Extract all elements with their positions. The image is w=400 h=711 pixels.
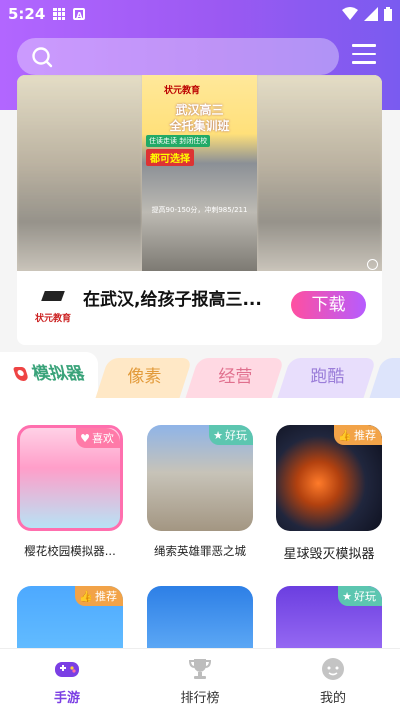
gamepad-icon <box>55 662 79 677</box>
ad-poster: 状元教育 武汉高三 全托集训班 住读走读 封闭住校 都可选择 提高90-150分… <box>142 75 257 271</box>
nav-mine[interactable]: 我的 <box>293 657 373 706</box>
app-badge: 👍 推荐 <box>334 425 382 445</box>
ad-image-blur-right <box>257 75 382 271</box>
search-icon <box>32 47 53 68</box>
nav-ranking-label: 排行榜 <box>180 691 220 706</box>
app-card[interactable]: 👍 推荐 <box>17 586 123 648</box>
app-name: 樱花校园模拟器... <box>24 544 116 558</box>
thumb-up-icon: 👍 <box>338 429 352 442</box>
app-badge: ★ 好玩 <box>209 425 253 445</box>
nav-home-label: 手游 <box>53 691 80 706</box>
app-card[interactable] <box>147 586 253 648</box>
graduation-cap-icon <box>41 291 65 301</box>
ad-poster-headline-2: 全托集训班 <box>169 119 230 133</box>
nav-ranking[interactable]: 排行榜 <box>160 657 240 706</box>
ad-logo-text: 状元教育 <box>34 314 71 324</box>
ad-card[interactable]: 状元教育 武汉高三 全托集训班 住读走读 封闭住校 都可选择 提高90-150分… <box>17 75 382 345</box>
tab-label: 像素 <box>127 367 162 387</box>
app-grid: ♥ 喜欢 樱花校园模拟器... ★ 好玩 绳索英雄罪恶之城 👍 推荐 星球毁灭模拟器 … <box>0 398 400 648</box>
bottom-nav: 手游 排行榜 我的 <box>0 648 400 711</box>
app-name: 星球毁灭模拟器 <box>283 547 375 562</box>
ad-info-icon[interactable] <box>367 259 378 270</box>
trophy-icon <box>188 659 212 679</box>
ad-poster-footer: 提高90-150分，冲刺985/211 <box>151 206 248 214</box>
app-card[interactable]: ★ 好玩 绳索英雄罪恶之城 <box>147 425 253 559</box>
ad-logo: 状元教育 <box>29 291 77 331</box>
star-icon: ★ <box>342 590 352 603</box>
app-card[interactable]: ★ 好玩 <box>276 586 382 648</box>
heart-icon: ♥ <box>80 432 90 445</box>
nav-mine-label: 我的 <box>319 691 346 706</box>
app-badge: ★ 好玩 <box>338 586 382 606</box>
menu-icon[interactable] <box>352 44 376 66</box>
tab-simulator[interactable]: 模拟器 <box>0 352 98 398</box>
grid-icon <box>53 8 66 20</box>
tab-label: 跑酷 <box>310 367 345 387</box>
thumb-up-icon: 👍 <box>79 590 93 603</box>
category-tabs: 模拟器 像素 经营 跑酷 <box>0 352 400 400</box>
ad-poster-brand: 状元教育 <box>164 86 201 96</box>
app-icon[interactable]: ★ 好玩 <box>276 586 382 648</box>
tab-label: 经营 <box>218 367 253 387</box>
app-icon[interactable] <box>147 586 253 648</box>
ad-poster-tag-1: 住读走读 封闭住校 <box>146 135 211 147</box>
search-bar[interactable] <box>17 38 339 75</box>
tab-pixel[interactable]: 像素 <box>95 358 193 398</box>
signal-icon <box>364 7 378 21</box>
app-icon[interactable]: ★ 好玩 <box>147 425 253 531</box>
ad-image-blur-left <box>17 75 142 271</box>
app-badge: ♥ 喜欢 <box>76 428 120 448</box>
app-card[interactable]: ♥ 喜欢 樱花校园模拟器... <box>17 425 123 559</box>
status-bar: 5:24 A <box>0 0 400 28</box>
ad-poster-headline-1: 武汉高三 <box>175 103 224 117</box>
app-icon[interactable]: 👍 推荐 <box>276 425 382 531</box>
app-card[interactable]: 👍 推荐 星球毁灭模拟器 <box>276 425 382 562</box>
status-time: 5:24 <box>8 5 46 23</box>
app-icon[interactable]: 👍 推荐 <box>17 586 123 648</box>
app-name: 绳索英雄罪恶之城 <box>154 544 246 558</box>
ad-title[interactable]: 在武汉,给孩子报高三... <box>83 285 262 310</box>
a-box-icon: A <box>73 8 86 20</box>
nav-home[interactable]: 手游 <box>27 657 107 706</box>
star-icon: ★ <box>213 429 223 442</box>
user-icon <box>322 658 344 680</box>
ad-poster-tag-2: 都可选择 <box>146 149 194 166</box>
app-badge: 👍 推荐 <box>75 586 123 606</box>
tab-management[interactable]: 经营 <box>185 358 285 398</box>
download-button[interactable]: 下载 <box>291 291 366 319</box>
tab-parkour[interactable]: 跑酷 <box>277 358 377 398</box>
battery-icon <box>384 7 392 21</box>
tab-label: 模拟器 <box>29 364 87 384</box>
wifi-icon <box>342 7 358 20</box>
ad-footer-row: 状元教育 在武汉,给孩子报高三... 下载 <box>17 271 382 345</box>
ad-image[interactable]: 状元教育 武汉高三 全托集训班 住读走读 封闭住校 都可选择 提高90-150分… <box>17 75 382 271</box>
app-icon[interactable]: ♥ 喜欢 <box>17 425 123 531</box>
location-pin-icon <box>12 367 29 381</box>
